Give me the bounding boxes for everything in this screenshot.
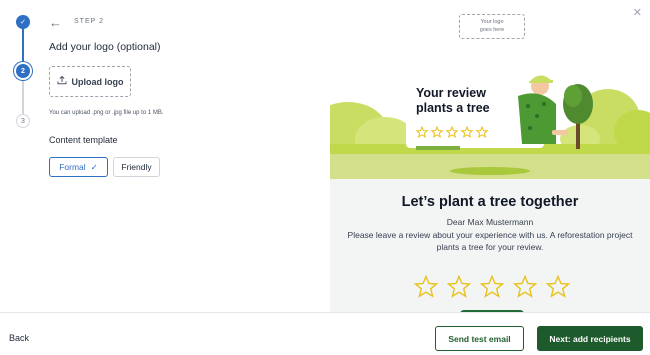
next-add-recipients-button[interactable]: Next: add recipients — [537, 326, 643, 351]
logo-placeholder-line1: Your logo — [480, 18, 504, 25]
template-formal-option[interactable]: Formal ✓ — [49, 157, 108, 177]
progress-stepper: ✓ 2 3 — [0, 0, 46, 312]
stepper-line-upcoming — [22, 78, 24, 116]
stepper-line-completed — [22, 28, 24, 66]
card-rating-stars — [416, 126, 489, 139]
content-template-title: Content template — [49, 135, 118, 145]
email-preview: Your review plants a tree Let’s plant a … — [330, 44, 650, 314]
close-icon[interactable]: ✕ — [633, 6, 642, 19]
preview-title: Let’s plant a tree together — [401, 194, 579, 210]
back-button[interactable]: Back — [9, 333, 29, 343]
logo-placeholder-line2: goes here — [479, 26, 505, 33]
checkmark-icon: ✓ — [90, 161, 98, 172]
upload-icon — [57, 75, 67, 88]
template-friendly-option[interactable]: Friendly — [113, 157, 160, 177]
template-formal-label: Formal — [59, 162, 86, 172]
card-headline-line1: Your review — [416, 86, 486, 100]
preview-greeting: Dear Max Mustermann — [446, 217, 534, 227]
step-label: STEP 2 — [74, 18, 104, 25]
send-test-email-button[interactable]: Send test email — [435, 326, 524, 351]
upload-logo-button[interactable]: Upload logo — [49, 66, 131, 97]
logo-placeholder: Your logo goes here — [459, 14, 525, 39]
upload-hint: You can upload .png or .jpg file up to 1… — [49, 110, 164, 116]
preview-body-line1: Please leave a review about your experie… — [347, 229, 633, 240]
footer-bar: Back Send test email Next: add recipient… — [0, 312, 650, 355]
card-headline: Your review plants a tree — [416, 86, 490, 116]
tree-planting-illustration — [330, 44, 650, 179]
step-1-completed-check-icon: ✓ — [16, 15, 30, 29]
preview-body: Dear Max Mustermann Please leave a revie… — [330, 216, 650, 254]
upload-logo-label: Upload logo — [71, 76, 124, 87]
step-2-current: 2 — [16, 64, 30, 78]
template-friendly-label: Friendly — [121, 162, 152, 172]
step-3-upcoming: 3 — [16, 114, 30, 128]
section-title: Add your logo (optional) — [49, 41, 161, 53]
card-headline-line2: plants a tree — [416, 101, 490, 115]
arrow-left-icon[interactable]: ← — [49, 15, 62, 30]
preview-body-line2: plants a tree for your review. — [436, 242, 544, 253]
preview-rating-stars — [414, 275, 570, 298]
